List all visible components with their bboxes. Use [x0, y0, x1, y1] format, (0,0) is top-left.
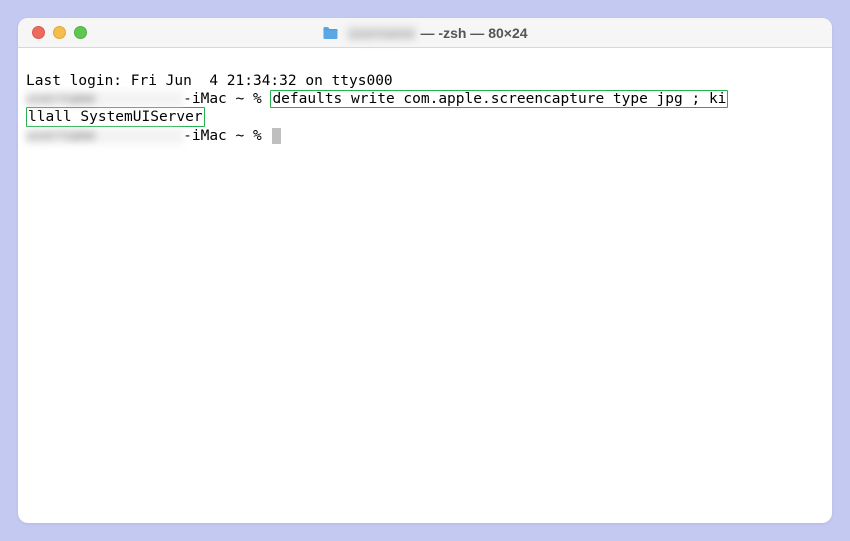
prompt-separator: ~ % — [227, 128, 271, 144]
minimize-icon[interactable] — [53, 26, 66, 39]
zoom-icon[interactable] — [74, 26, 87, 39]
command-wrap-line: llall SystemUIServer — [26, 108, 824, 127]
terminal-content[interactable]: Last login: Fri Jun 4 21:34:32 on ttys00… — [18, 48, 832, 523]
hostname-suffix: -iMac — [183, 91, 227, 107]
highlighted-command-part2: llall SystemUIServer — [26, 107, 205, 127]
title-text: — -zsh — 80×24 — [417, 25, 528, 41]
blurred-hostname: username — [26, 91, 183, 107]
terminal-window: username — -zsh — 80×24 Last login: Fri … — [18, 18, 832, 523]
blurred-hostname: username — [26, 128, 183, 144]
hostname-suffix: -iMac — [183, 128, 227, 144]
prompt-separator: ~ % — [227, 91, 271, 107]
cursor-icon — [272, 128, 281, 144]
window-titlebar[interactable]: username — -zsh — 80×24 — [18, 18, 832, 48]
last-login-line: Last login: Fri Jun 4 21:34:32 on ttys00… — [26, 72, 824, 90]
title-blurred-username: username — [346, 25, 416, 41]
traffic-lights — [18, 26, 87, 39]
prompt-line-1: username -iMac ~ % defaults write com.ap… — [26, 90, 824, 108]
highlighted-command-part1: defaults write com.apple.screencapture t… — [270, 90, 728, 108]
close-icon[interactable] — [32, 26, 45, 39]
prompt-line-2: username -iMac ~ % — [26, 127, 824, 145]
window-title: username — -zsh — 80×24 — [322, 25, 527, 41]
folder-icon — [322, 26, 338, 39]
